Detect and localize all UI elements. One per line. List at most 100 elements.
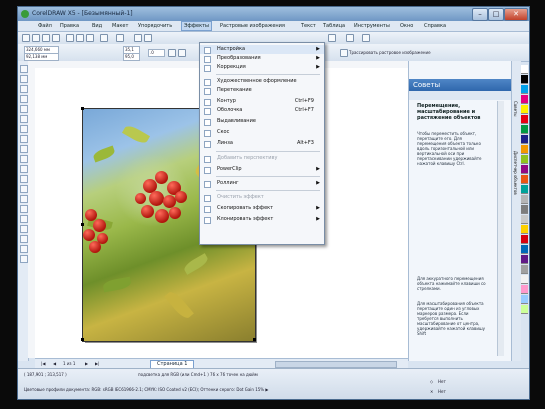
open-icon[interactable] (32, 34, 40, 42)
minimize-button[interactable]: – (472, 8, 488, 21)
crop-tool-icon[interactable] (20, 85, 28, 93)
color-swatch[interactable] (521, 165, 528, 174)
first-page-button[interactable]: |◀ (41, 361, 45, 366)
print-icon[interactable] (52, 34, 60, 42)
color-swatch[interactable] (521, 215, 528, 224)
color-swatch[interactable] (521, 105, 528, 114)
shape-tool-icon[interactable] (20, 75, 28, 83)
color-swatch[interactable] (521, 195, 528, 204)
tab-object-manager[interactable]: Диспетчер объектов (513, 151, 518, 195)
height-scale-field[interactable]: 95,0 (123, 53, 140, 61)
fill-tool-icon[interactable] (20, 245, 28, 253)
snap-to-icon[interactable] (328, 34, 336, 42)
y-position-field[interactable]: 92,138 мм (24, 53, 59, 61)
trace-bitmap-label[interactable]: Трассировать растровое изображение (349, 50, 431, 55)
menu-item-bevel[interactable]: Скос (200, 128, 324, 137)
color-swatch[interactable] (521, 75, 528, 84)
color-swatch[interactable] (521, 65, 528, 74)
color-swatch[interactable] (521, 225, 528, 234)
transparency-tool-icon[interactable] (20, 215, 28, 223)
fill-swatch-icon[interactable]: ◇ (430, 379, 433, 384)
menu-arrange[interactable]: Упорядочить (136, 22, 174, 30)
connector-tool-icon[interactable] (20, 195, 28, 203)
rotation-field[interactable]: .0 (148, 49, 165, 57)
menu-window[interactable]: Окно (398, 22, 415, 30)
menu-item-rollover[interactable]: Роллинг ▶ (200, 179, 324, 188)
horizontal-scrollbar[interactable] (275, 361, 397, 368)
menu-item-powerclip[interactable]: PowerClip ▶ (200, 165, 324, 174)
export-icon[interactable] (144, 34, 152, 42)
color-swatch[interactable] (521, 245, 528, 254)
color-swatch[interactable] (521, 145, 528, 154)
menu-item-blend[interactable]: Перетекание (200, 86, 324, 95)
selection-handle-br[interactable] (253, 338, 256, 341)
menu-item-lens[interactable]: Линза Alt+F3 (200, 139, 324, 148)
blend-tool-icon[interactable] (20, 205, 28, 213)
color-swatch[interactable] (521, 285, 528, 294)
menu-item-correction[interactable]: Коррекция ▶ (200, 63, 324, 72)
color-swatch[interactable] (521, 135, 528, 144)
menu-item-add-perspective[interactable]: Добавить перспективу (200, 154, 324, 163)
zoom-tool-icon[interactable] (20, 95, 28, 103)
trace-bitmap-icon[interactable] (340, 49, 348, 57)
freehand-tool-icon[interactable] (20, 105, 28, 113)
mirror-horizontal-icon[interactable] (168, 49, 176, 57)
launcher-icon[interactable] (362, 34, 370, 42)
menu-text[interactable]: Текст (299, 22, 318, 30)
save-icon[interactable] (42, 34, 50, 42)
undo-icon[interactable] (100, 34, 108, 42)
color-swatch[interactable] (521, 265, 528, 274)
next-page-button[interactable]: ▶ (85, 361, 88, 366)
menu-item-copy-effect[interactable]: Скопировать эффект ▶ (200, 204, 324, 213)
paste-icon[interactable] (86, 34, 94, 42)
copy-icon[interactable] (76, 34, 84, 42)
options-icon[interactable] (346, 34, 354, 42)
menu-item-clear-effect[interactable]: Очистить эффект (200, 193, 324, 202)
dimension-tool-icon[interactable] (20, 185, 28, 193)
color-swatch[interactable] (521, 305, 528, 314)
menu-bitmaps[interactable]: Растровые изображения (218, 22, 287, 30)
menu-table[interactable]: Таблица (321, 22, 347, 30)
menu-item-envelope[interactable]: Оболочка Ctrl+F7 (200, 106, 324, 115)
cut-icon[interactable] (66, 34, 74, 42)
table-tool-icon[interactable] (20, 175, 28, 183)
pick-tool-icon[interactable] (20, 65, 28, 73)
ellipse-tool-icon[interactable] (20, 135, 28, 143)
last-page-button[interactable]: ▶| (95, 361, 99, 366)
color-profiles[interactable]: Цветовые профили документа: RGB: sRGB IE… (24, 387, 268, 392)
selection-handle-l[interactable] (81, 223, 84, 226)
interactive-fill-tool-icon[interactable] (20, 255, 28, 263)
new-document-icon[interactable] (22, 34, 30, 42)
color-swatch[interactable] (521, 155, 528, 164)
docker-scrollbar[interactable] (497, 101, 504, 356)
selection-handle-bl[interactable] (81, 338, 84, 341)
color-swatch[interactable] (521, 255, 528, 264)
title-bar[interactable]: CorelDRAW X5 - [Безымянный-1] – □ ✕ (18, 7, 529, 21)
selection-handle-tl[interactable] (81, 107, 84, 110)
color-swatch[interactable] (521, 115, 528, 124)
prev-page-button[interactable]: ◀ (53, 361, 56, 366)
basic-shapes-tool-icon[interactable] (20, 155, 28, 163)
close-button[interactable]: ✕ (504, 8, 528, 21)
mirror-vertical-icon[interactable] (178, 49, 186, 57)
menu-view[interactable]: Вид (90, 22, 104, 30)
outline-tool-icon[interactable] (20, 235, 28, 243)
menu-item-clone-effect[interactable]: Клонировать эффект ▶ (200, 215, 324, 224)
tab-hints[interactable]: Советы (513, 101, 518, 117)
menu-help[interactable]: Справка (422, 22, 448, 30)
color-swatch[interactable] (521, 85, 528, 94)
menu-item-adjust[interactable]: Настройка ▶ (200, 45, 324, 54)
color-swatch[interactable] (521, 205, 528, 214)
text-tool-icon[interactable] (20, 165, 28, 173)
menu-item-transform[interactable]: Преобразования ▶ (200, 54, 324, 63)
eyedropper-tool-icon[interactable] (20, 225, 28, 233)
color-swatch[interactable] (521, 275, 528, 284)
docker-title[interactable]: Советы (409, 79, 512, 91)
menu-item-extrude[interactable]: Выдавливание (200, 117, 324, 126)
color-swatch[interactable] (521, 295, 528, 304)
menu-edit[interactable]: Правка (58, 22, 81, 30)
smart-fill-tool-icon[interactable] (20, 115, 28, 123)
menu-item-contour[interactable]: Контур Ctrl+F9 (200, 97, 324, 106)
color-swatch[interactable] (521, 95, 528, 104)
redo-icon[interactable] (116, 34, 124, 42)
